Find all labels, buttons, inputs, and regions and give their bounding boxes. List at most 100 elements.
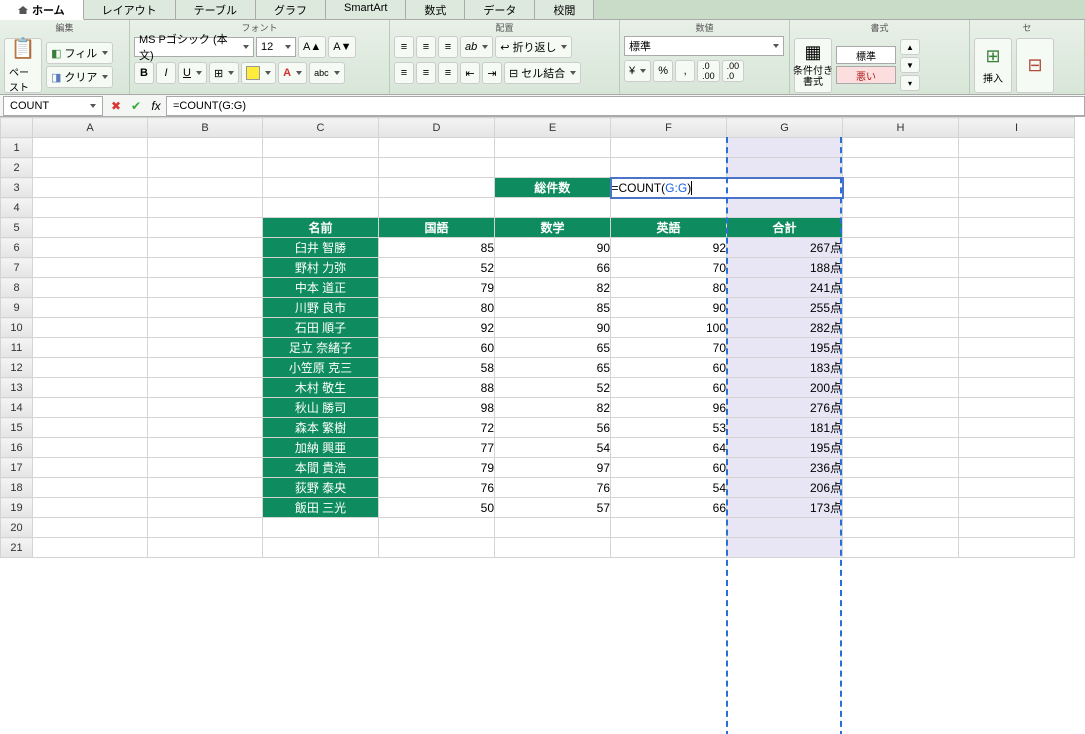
cell[interactable]: [33, 438, 148, 458]
row-header[interactable]: 3: [1, 178, 33, 198]
total-cell[interactable]: 282点: [727, 318, 843, 338]
score-cell[interactable]: 92: [379, 318, 495, 338]
row-header[interactable]: 19: [1, 498, 33, 518]
total-cell[interactable]: 183点: [727, 358, 843, 378]
score-cell[interactable]: 80: [611, 278, 727, 298]
cell[interactable]: [611, 538, 727, 558]
cell[interactable]: [33, 338, 148, 358]
style-scroll-up[interactable]: ▲: [900, 39, 920, 55]
cell[interactable]: [959, 358, 1075, 378]
total-cell[interactable]: 206点: [727, 478, 843, 498]
align-left-button[interactable]: ≡: [394, 62, 414, 84]
cell[interactable]: [495, 158, 611, 178]
score-cell[interactable]: 70: [611, 258, 727, 278]
cell[interactable]: [959, 458, 1075, 478]
score-cell[interactable]: 54: [495, 438, 611, 458]
row-header[interactable]: 8: [1, 278, 33, 298]
row-header[interactable]: 5: [1, 218, 33, 238]
col-header-F[interactable]: F: [611, 118, 727, 138]
score-cell[interactable]: 52: [495, 378, 611, 398]
cell[interactable]: [33, 178, 148, 198]
cell[interactable]: [263, 138, 379, 158]
cell[interactable]: [148, 378, 263, 398]
cell[interactable]: [959, 378, 1075, 398]
cell[interactable]: [33, 278, 148, 298]
percent-button[interactable]: %: [653, 60, 673, 82]
align-right-button[interactable]: ≡: [438, 62, 458, 84]
cell[interactable]: [843, 518, 959, 538]
cell[interactable]: [843, 538, 959, 558]
score-cell[interactable]: 66: [495, 258, 611, 278]
name-cell[interactable]: 野村 力弥: [263, 258, 379, 278]
score-cell[interactable]: 85: [379, 238, 495, 258]
tab-chart[interactable]: グラフ: [256, 0, 326, 19]
row-header[interactable]: 16: [1, 438, 33, 458]
cell[interactable]: [33, 478, 148, 498]
cell[interactable]: [33, 538, 148, 558]
cell[interactable]: [611, 158, 727, 178]
label-total-count[interactable]: 総件数: [495, 178, 611, 198]
cell[interactable]: [495, 198, 611, 218]
font-color-button[interactable]: A: [278, 62, 307, 84]
cell[interactable]: [959, 278, 1075, 298]
cell[interactable]: [959, 318, 1075, 338]
score-cell[interactable]: 60: [611, 358, 727, 378]
cell[interactable]: [843, 498, 959, 518]
align-middle-button[interactable]: ≡: [416, 36, 436, 58]
cell[interactable]: [263, 538, 379, 558]
name-cell[interactable]: 荻野 泰央: [263, 478, 379, 498]
style-scroll-down[interactable]: ▼: [900, 57, 920, 73]
cell[interactable]: [148, 198, 263, 218]
total-cell[interactable]: 195点: [727, 438, 843, 458]
row-header[interactable]: 6: [1, 238, 33, 258]
cell[interactable]: [959, 218, 1075, 238]
table-header[interactable]: 合計: [727, 218, 843, 238]
name-cell[interactable]: 臼井 智勝: [263, 238, 379, 258]
cell[interactable]: [843, 458, 959, 478]
currency-button[interactable]: ¥: [624, 60, 651, 82]
total-cell[interactable]: 195点: [727, 338, 843, 358]
cell[interactable]: [843, 258, 959, 278]
fill-color-button[interactable]: [241, 62, 276, 84]
cell[interactable]: [959, 298, 1075, 318]
cell[interactable]: [148, 538, 263, 558]
cell[interactable]: [148, 238, 263, 258]
tab-data[interactable]: データ: [465, 0, 535, 19]
cell[interactable]: [843, 198, 959, 218]
cell[interactable]: [263, 518, 379, 538]
cell[interactable]: [959, 258, 1075, 278]
cell[interactable]: [727, 538, 843, 558]
cell[interactable]: [33, 518, 148, 538]
score-cell[interactable]: 90: [495, 318, 611, 338]
score-cell[interactable]: 72: [379, 418, 495, 438]
cell[interactable]: [843, 298, 959, 318]
cell[interactable]: [379, 178, 495, 198]
score-cell[interactable]: 70: [611, 338, 727, 358]
increase-font-button[interactable]: A▲: [298, 36, 326, 58]
score-cell[interactable]: 60: [379, 338, 495, 358]
cell[interactable]: [843, 478, 959, 498]
accept-formula-button[interactable]: ✔: [128, 98, 144, 114]
row-header[interactable]: 17: [1, 458, 33, 478]
col-header-H[interactable]: H: [843, 118, 959, 138]
font-name-select[interactable]: MS Pゴシック (本文): [134, 37, 254, 57]
cell[interactable]: [843, 238, 959, 258]
name-cell[interactable]: 木村 敬生: [263, 378, 379, 398]
col-header-I[interactable]: I: [959, 118, 1075, 138]
wrap-text-button[interactable]: ↩折り返し: [495, 36, 572, 58]
cell[interactable]: [959, 418, 1075, 438]
table-header[interactable]: 国語: [379, 218, 495, 238]
cell[interactable]: [379, 158, 495, 178]
row-header[interactable]: 12: [1, 358, 33, 378]
cell[interactable]: [959, 438, 1075, 458]
cell[interactable]: [843, 438, 959, 458]
cell[interactable]: [843, 418, 959, 438]
conditional-format-button[interactable]: ▦ 条件付き 書式: [794, 38, 832, 93]
cell[interactable]: [611, 138, 727, 158]
score-cell[interactable]: 90: [611, 298, 727, 318]
score-cell[interactable]: 97: [495, 458, 611, 478]
cell[interactable]: [727, 138, 843, 158]
cell[interactable]: [959, 338, 1075, 358]
score-cell[interactable]: 90: [495, 238, 611, 258]
tab-layout[interactable]: レイアウト: [84, 0, 176, 19]
